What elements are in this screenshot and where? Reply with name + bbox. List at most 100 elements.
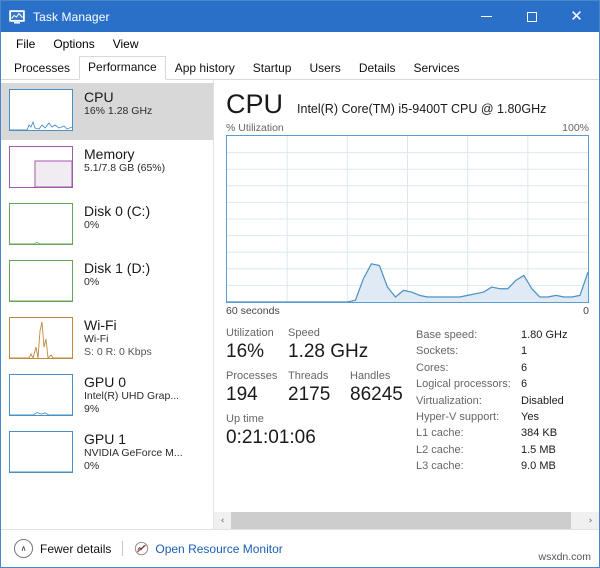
disk0-thumbnail-graph [9,203,73,245]
sidebar-item-sub: Wi-Fi [84,333,109,345]
sidebar-item-gpu0[interactable]: GPU 0 Intel(R) UHD Grap... 9% [1,368,213,425]
menu-file[interactable]: File [7,35,44,53]
spec-value: Disabled [521,394,564,407]
spec-value: 1 [521,345,528,358]
sidebar-item-disk1[interactable]: Disk 1 (D:) 0% [1,254,213,311]
sidebar-item-cpu[interactable]: CPU 16% 1.28 GHz [1,83,213,140]
sidebar-item-memory[interactable]: Memory 5.1/7.8 GB (65%) [1,140,213,197]
maximize-button[interactable] [509,1,554,32]
sidebar-item-sub: 0% [84,219,100,231]
stat-value: 2175 [288,384,331,405]
tab-details[interactable]: Details [350,57,405,80]
scroll-left-arrow-icon[interactable]: ‹ [214,512,231,529]
tab-performance[interactable]: Performance [79,56,166,80]
spec-key: Base speed: [416,329,478,341]
sidebar-disk0-text: Disk 0 (C:) 0% [84,203,150,232]
graph-x-left: 60 seconds [226,305,280,317]
stat-handles: Handles 86245 [350,369,412,407]
stat-processes: Processes 194 [226,369,288,407]
spec-key: L2 cache: [416,443,464,456]
sidebar-item-sub: Intel(R) UHD Grap... [84,390,180,402]
sidebar-item-gpu1[interactable]: GPU 1 NVIDIA GeForce M... 0% [1,425,213,482]
title-bar: Task Manager ✕ [1,1,599,32]
stat-uptime: Up time 0:21:01:06 [226,412,346,450]
spec-value: 1.5 MB [521,443,556,456]
stat-label: Handles [350,370,391,382]
sidebar-cpu-text: CPU 16% 1.28 GHz [84,89,152,118]
graph-y-max: 100% [562,122,589,134]
sidebar-item-sub2: 9% [84,403,100,415]
gpu0-thumbnail-graph [9,374,73,416]
spec-value: 384 KB [521,427,558,440]
tab-processes[interactable]: Processes [5,57,79,80]
chevron-up-icon: ∧ [14,539,33,558]
scroll-right-arrow-icon[interactable]: › [582,512,599,529]
sidebar-item-wifi[interactable]: Wi-Fi Wi-Fi S: 0 R: 0 Kbps [1,311,213,368]
sidebar-item-sub: 5.1/7.8 GB (65%) [84,162,166,174]
spec-value: 6 [521,378,528,391]
cpu-chart-svg [227,136,588,302]
menu-view[interactable]: View [104,35,148,53]
graph-x-right: 0 [583,305,589,317]
watermark: wsxdn.com [538,551,591,563]
task-manager-icon [9,9,25,25]
graph-axis-labels: % Utilization 100% [226,122,589,134]
sidebar-item-label: GPU 0 [84,374,127,390]
sidebar-item-label: Wi-Fi [84,317,117,333]
gpu1-thumbnail-graph [9,431,73,473]
sidebar-item-label: CPU [84,89,114,105]
stat-label: Utilization [226,327,274,339]
horizontal-scrollbar[interactable]: ‹ › [214,512,599,529]
spec-key: Logical processors: [416,378,511,391]
close-button[interactable]: ✕ [554,1,599,32]
stat-label: Threads [288,370,329,382]
minimize-icon [481,16,492,17]
stat-value: 1.28 GHz [288,341,369,362]
spec-key: L1 cache: [416,427,464,440]
spec-row: L2 cache: 1.5 MB [416,442,589,458]
open-resource-monitor-link[interactable]: Open Resource Monitor [134,541,283,556]
cpu-utilization-graph[interactable] [226,135,589,303]
stat-row-3: Up time 0:21:01:06 [226,412,412,450]
menu-options[interactable]: Options [44,35,103,53]
cpu-detail-panel: CPU Intel(R) Core(TM) i5-9400T CPU @ 1.8… [214,80,599,529]
spec-key: Virtualization: [416,394,482,407]
wifi-thumbnail-graph [9,317,73,359]
sidebar-item-disk0[interactable]: Disk 0 (C:) 0% [1,197,213,254]
sidebar-item-label: Disk 0 (C:) [84,203,151,219]
status-divider [122,541,124,556]
tab-startup[interactable]: Startup [244,57,301,80]
scrollbar-track[interactable] [231,512,582,529]
memory-thumbnail-graph [9,146,73,188]
spec-value: 6 [521,361,528,374]
sidebar-wifi-text: Wi-Fi Wi-Fi S: 0 R: 0 Kbps [84,317,152,359]
sidebar-memory-text: Memory 5.1/7.8 GB (65%) [84,146,165,175]
spec-key: Cores: [416,361,449,374]
spec-row: L1 cache: 384 KB [416,425,589,441]
content-area: CPU 16% 1.28 GHz Memory 5.1/7.8 GB (65%) [1,80,599,529]
sidebar-item-sub: 0% [84,276,100,288]
resource-sidebar[interactable]: CPU 16% 1.28 GHz Memory 5.1/7.8 GB (65%) [1,80,214,529]
menu-bar: File Options View [1,32,599,55]
spec-row: Cores: 6 [416,360,589,376]
minimize-button[interactable] [464,1,509,32]
tab-app-history[interactable]: App history [166,57,244,80]
fewer-details-button[interactable]: ∧ Fewer details [14,539,111,558]
window-controls: ✕ [464,1,599,32]
graph-x-labels: 60 seconds 0 [226,305,589,317]
spec-row: Sockets: 1 [416,343,589,359]
tab-services[interactable]: Services [405,57,469,80]
stat-utilization: Utilization 16% [226,326,288,364]
spec-key: Hyper-V support: [416,411,500,424]
tab-users[interactable]: Users [300,57,349,80]
stat-value: 16% [226,341,265,362]
spec-row: Virtualization: Disabled [416,393,589,409]
scrollbar-thumb[interactable] [231,512,572,529]
stat-value: 86245 [350,384,403,405]
maximize-icon [526,11,537,22]
sidebar-item-sub2: S: 0 R: 0 Kbps [84,346,152,358]
stat-value: 0:21:01:06 [226,427,316,448]
spec-key: L3 cache: [416,460,464,473]
fewer-details-label: Fewer details [40,541,112,556]
stat-speed: Speed 1.28 GHz [288,326,408,364]
